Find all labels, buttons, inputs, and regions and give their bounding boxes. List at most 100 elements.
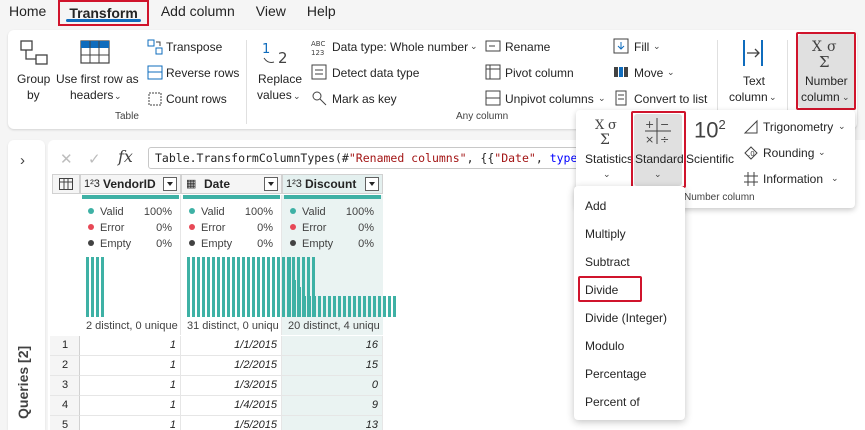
row-number[interactable]: 1	[50, 336, 80, 356]
menu-item-multiply[interactable]: Multiply	[585, 227, 626, 241]
column-header-vendorid[interactable]: 1²3 VendorID	[80, 174, 181, 194]
row-number[interactable]: 2	[50, 356, 80, 376]
histogram-bar[interactable]	[247, 257, 250, 317]
histogram-bar[interactable]	[288, 257, 291, 317]
column-filter-dropdown[interactable]	[163, 177, 177, 191]
histogram-bar[interactable]	[96, 257, 99, 317]
table-cell-vendor[interactable]: 1	[80, 336, 181, 356]
date-type-icon[interactable]: ▦	[186, 175, 196, 193]
whole-number-type-icon[interactable]: 1²3	[286, 175, 302, 193]
histogram-bar[interactable]	[313, 296, 316, 317]
histogram-bar[interactable]	[91, 257, 94, 317]
histogram-bar[interactable]	[358, 296, 361, 317]
histogram-bar[interactable]	[373, 296, 376, 317]
queries-label[interactable]: Queries [2]	[15, 346, 41, 419]
table-cell-date[interactable]: 1/3/2015	[181, 376, 282, 396]
histogram-bar[interactable]	[277, 257, 280, 317]
table-group-label: Table	[115, 111, 139, 122]
histogram-bar[interactable]	[222, 257, 225, 317]
histogram-bar[interactable]	[101, 257, 104, 317]
row-number[interactable]: 4	[50, 396, 80, 416]
histogram-bar[interactable]	[328, 296, 331, 317]
tab-help[interactable]: Help	[298, 0, 345, 26]
menu-item-divide-integer[interactable]: Divide (Integer)	[585, 311, 667, 325]
histogram-bar[interactable]	[207, 257, 210, 317]
histogram-bar[interactable]	[378, 296, 381, 317]
table-cell-date[interactable]: 1/5/2015	[181, 416, 282, 430]
histogram-bar[interactable]	[232, 257, 235, 317]
histogram-bar[interactable]	[212, 257, 215, 317]
histogram-bar[interactable]	[348, 296, 351, 317]
histogram-bar[interactable]	[262, 257, 265, 317]
tab-home[interactable]: Home	[0, 0, 55, 26]
tab-transform[interactable]: Transform	[58, 0, 149, 26]
table-cell-vendor[interactable]: 1	[80, 396, 181, 416]
table-cell-vendor[interactable]: 1	[80, 416, 181, 430]
histogram-bar[interactable]	[343, 296, 346, 317]
column-header-date[interactable]: ▦ Date	[181, 174, 282, 194]
row-number[interactable]: 5	[50, 416, 80, 430]
histogram-bar[interactable]	[333, 296, 336, 317]
histogram-bar[interactable]	[202, 257, 205, 317]
histogram-bar[interactable]	[303, 296, 306, 317]
histogram-bar[interactable]	[252, 257, 255, 317]
row-number[interactable]: 3	[50, 376, 80, 396]
histogram-bar[interactable]	[267, 257, 270, 317]
expand-chevron-icon[interactable]: ›	[20, 152, 25, 169]
histogram-bar[interactable]	[242, 257, 245, 317]
svg-text:×: ×	[645, 133, 654, 145]
histogram-bar[interactable]	[282, 257, 285, 317]
histogram-bar[interactable]	[197, 257, 200, 317]
histogram-bar[interactable]	[217, 257, 220, 317]
histogram-bar[interactable]	[368, 296, 371, 317]
histogram-bar[interactable]	[323, 296, 326, 317]
histogram-bar[interactable]	[293, 280, 296, 317]
table-cell-discount[interactable]: 15	[282, 356, 383, 376]
table-cell-discount[interactable]: 9	[282, 396, 383, 416]
menu-item-percent-of[interactable]: Percent of	[585, 395, 640, 409]
histogram-bar[interactable]	[86, 257, 89, 317]
menu-item-divide[interactable]: Divide	[585, 283, 618, 297]
histogram-bar[interactable]	[187, 257, 190, 317]
column-filter-dropdown[interactable]	[365, 177, 379, 191]
column-filter-dropdown[interactable]	[264, 177, 278, 191]
menu-item-add[interactable]: Add	[585, 199, 606, 213]
profile-valid-value: 100%	[143, 206, 172, 218]
histogram-bar[interactable]	[192, 257, 195, 317]
histogram-bar[interactable]	[388, 296, 391, 317]
select-all-corner[interactable]	[52, 174, 80, 194]
formula-bar[interactable]: Table.TransformColumnTypes(#"Renamed col…	[148, 147, 608, 169]
histogram-bar[interactable]	[353, 296, 356, 317]
tab-add-column[interactable]: Add column	[152, 0, 244, 26]
profile-empty-label: Empty	[88, 238, 131, 250]
table-cell-discount[interactable]: 0	[282, 376, 383, 396]
histogram-bar[interactable]	[227, 257, 230, 317]
cancel-icon[interactable]: ✕	[60, 150, 73, 168]
column-header-discount[interactable]: 1²3 Discount	[282, 174, 383, 194]
table-cell-date[interactable]: 1/2/2015	[181, 356, 282, 376]
histogram-bar[interactable]	[318, 296, 321, 317]
histogram-bar[interactable]	[363, 296, 366, 317]
svg-text:+: +	[645, 118, 654, 131]
table-cell-vendor[interactable]: 1	[80, 356, 181, 376]
table-cell-discount[interactable]: 13	[282, 416, 383, 430]
profile-valid-value: 100%	[345, 206, 374, 218]
histogram-bar[interactable]	[237, 257, 240, 317]
commit-icon[interactable]: ✓	[88, 150, 101, 168]
menu-item-subtract[interactable]: Subtract	[585, 255, 630, 269]
histogram-bar[interactable]	[257, 257, 260, 317]
table-cell-date[interactable]: 1/1/2015	[181, 336, 282, 356]
histogram-bar[interactable]	[272, 257, 275, 317]
histogram-bar[interactable]	[338, 296, 341, 317]
menu-item-modulo[interactable]: Modulo	[585, 339, 624, 353]
table-cell-vendor[interactable]: 1	[80, 376, 181, 396]
histogram-bar[interactable]	[298, 287, 301, 317]
whole-number-type-icon[interactable]: 1²3	[84, 175, 100, 193]
histogram-bar[interactable]	[308, 296, 311, 317]
histogram-bar[interactable]	[383, 296, 386, 317]
histogram-bar[interactable]	[393, 296, 396, 317]
table-cell-date[interactable]: 1/4/2015	[181, 396, 282, 416]
tab-view[interactable]: View	[247, 0, 295, 26]
menu-item-percentage[interactable]: Percentage	[585, 367, 646, 381]
table-cell-discount[interactable]: 16	[282, 336, 383, 356]
